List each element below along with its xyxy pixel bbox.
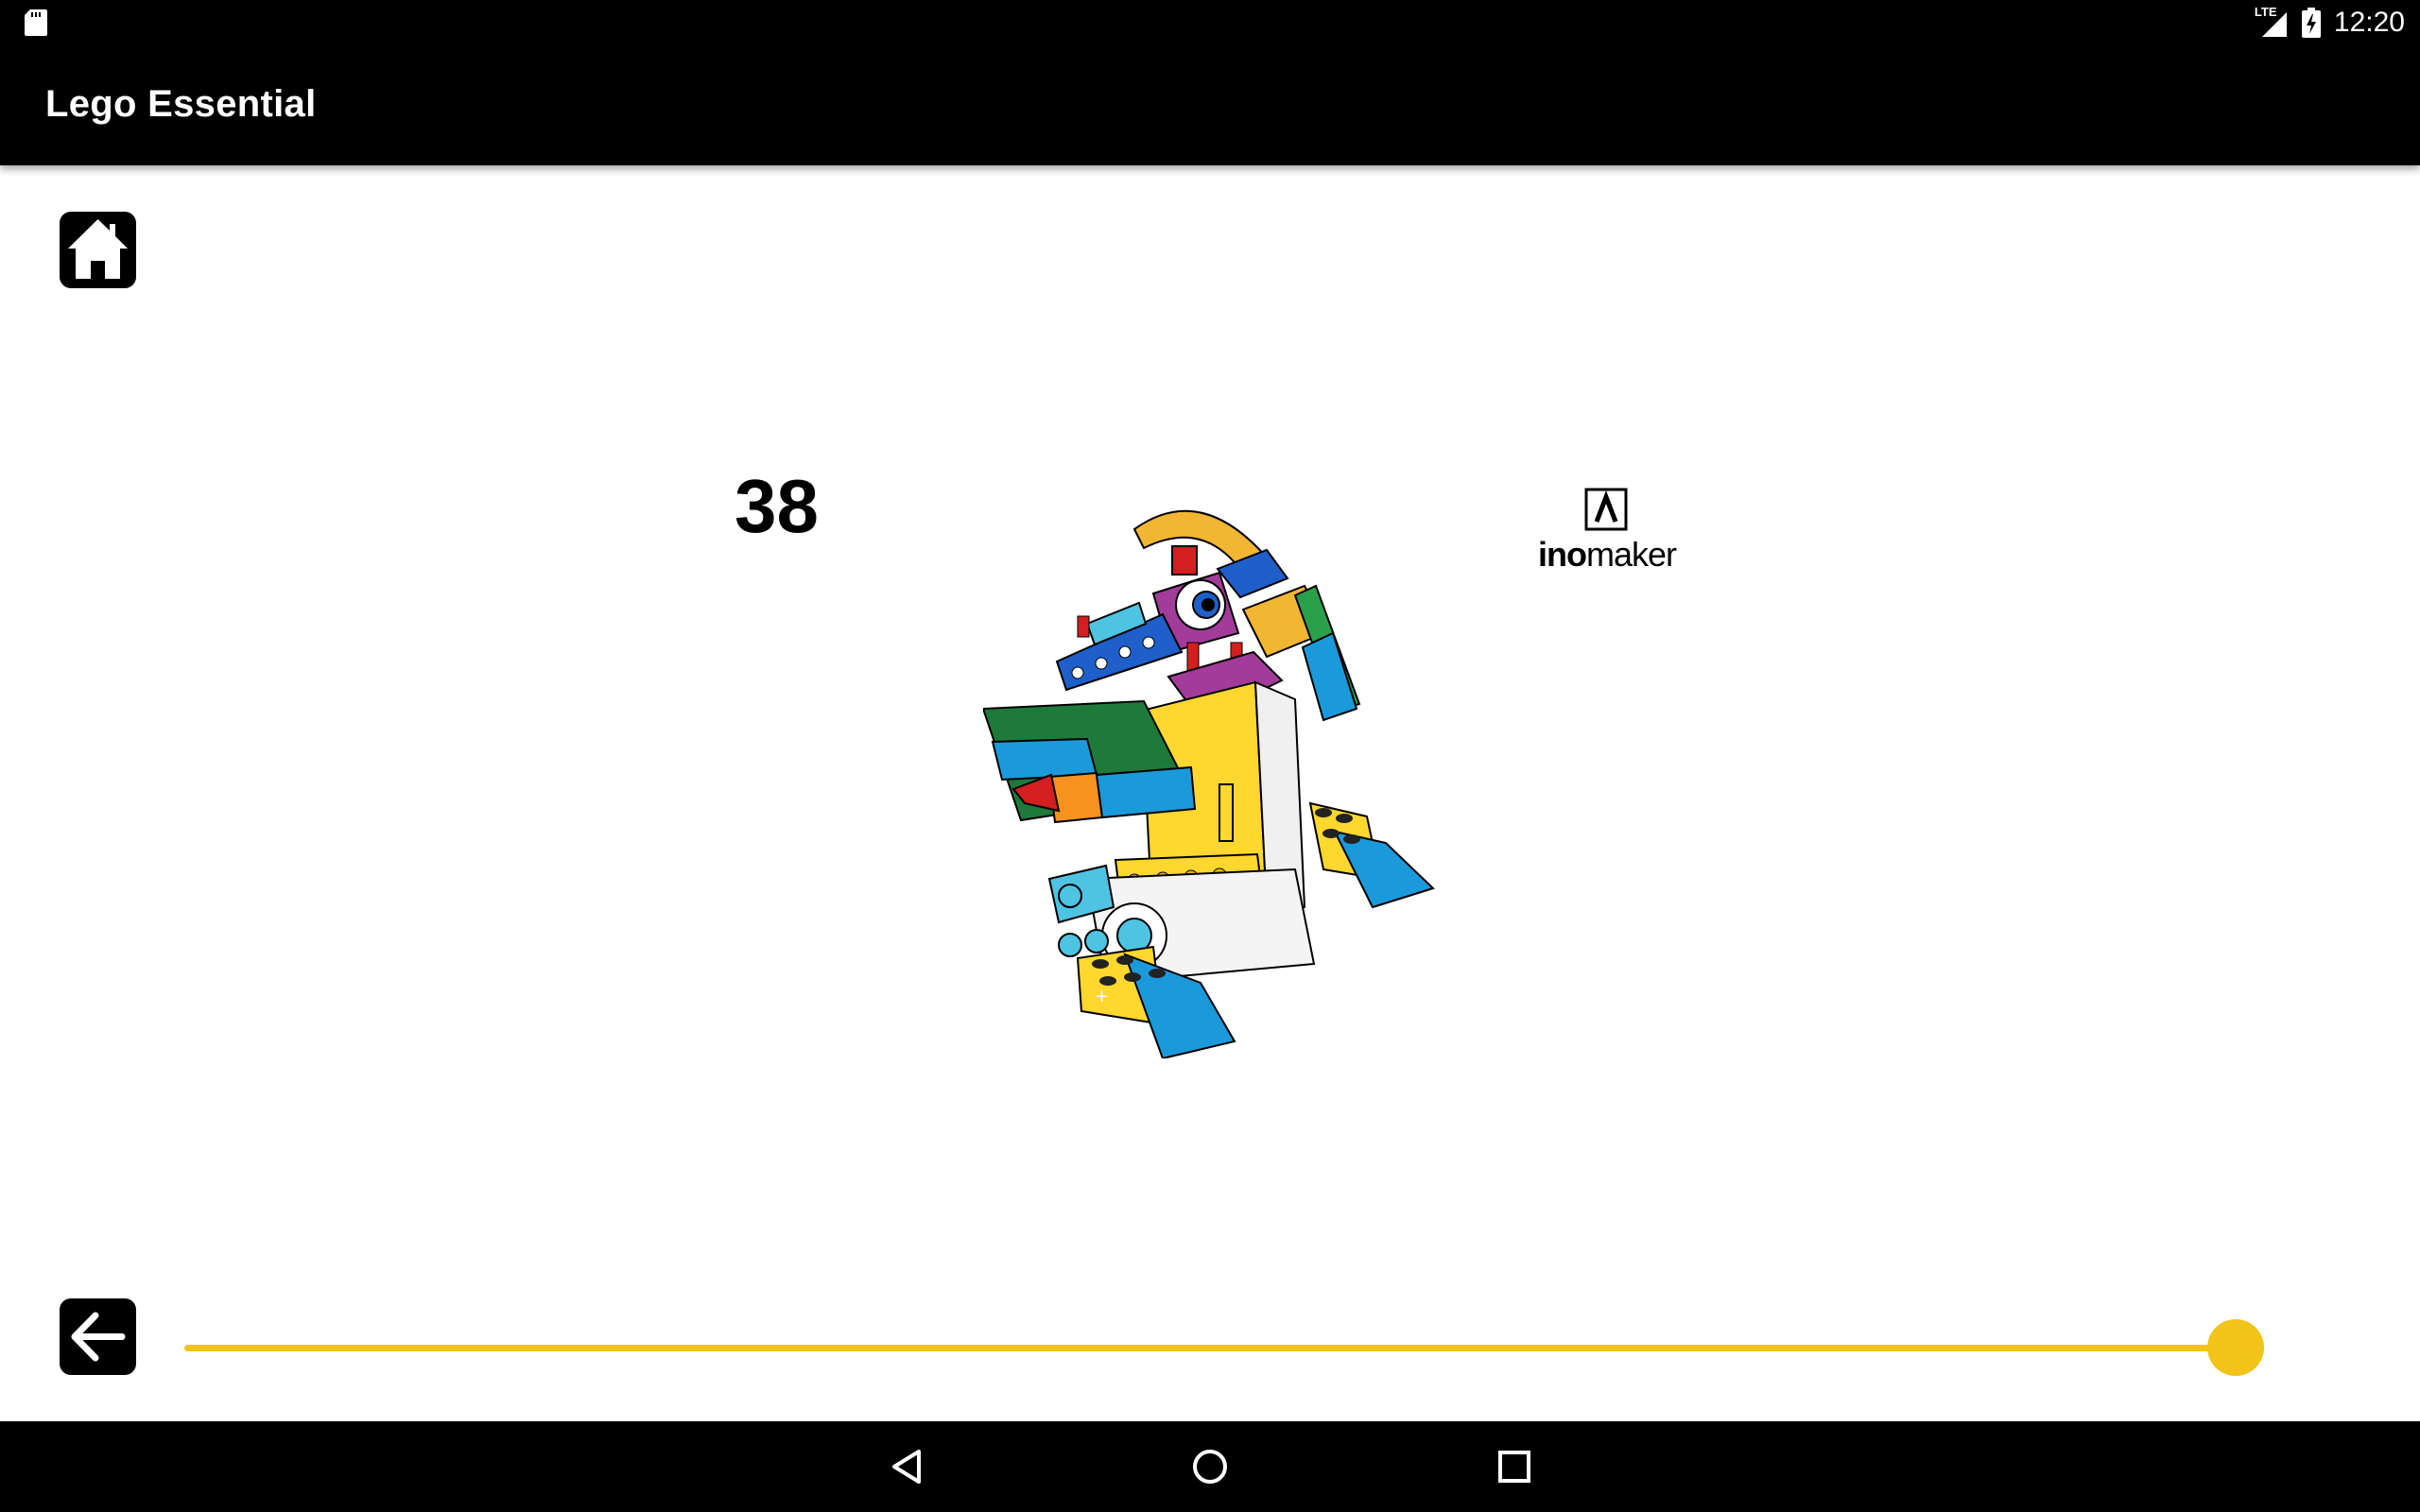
status-right: LTE 12:20 <box>2255 0 2405 45</box>
inomaker-logo: inomaker <box>1530 486 1685 580</box>
status-bar: LTE 12:20 <box>0 0 2420 45</box>
logo-wordmark-regular: maker <box>1585 535 1677 574</box>
step-number: 38 <box>735 464 819 548</box>
inomaker-mark-icon <box>1584 488 1628 531</box>
logo-wordmark-bold: ino <box>1537 535 1587 574</box>
slider-track[interactable] <box>184 1345 2264 1351</box>
sd-card-icon <box>25 9 47 36</box>
svg-text:+: + <box>1095 987 1109 1006</box>
home-circle-icon[interactable] <box>1187 1444 1233 1489</box>
recents-square-icon[interactable] <box>1492 1444 1537 1489</box>
battery-charging-icon <box>2301 8 2321 38</box>
build-step-image: + <box>983 509 1435 1058</box>
back-triangle-icon[interactable] <box>885 1444 930 1489</box>
app-title: Lego Essential <box>45 83 317 125</box>
previous-step-button[interactable] <box>60 1298 136 1375</box>
screen: LTE 12:20 Lego Essential 38 + inomaker <box>0 0 2420 1512</box>
logo-wordmark: inomaker <box>1530 535 1685 575</box>
home-button[interactable] <box>60 212 136 288</box>
signal-indicator: LTE <box>2255 5 2289 39</box>
clock: 12:20 <box>2333 7 2405 38</box>
home-icon <box>68 219 128 279</box>
arrow-left-icon <box>71 1312 126 1362</box>
app-bar: Lego Essential <box>0 45 2420 165</box>
slider-thumb[interactable] <box>2207 1319 2264 1376</box>
step-slider[interactable] <box>184 1319 2264 1376</box>
navigation-bar <box>0 1421 2420 1512</box>
signal-icon <box>2261 12 2287 37</box>
